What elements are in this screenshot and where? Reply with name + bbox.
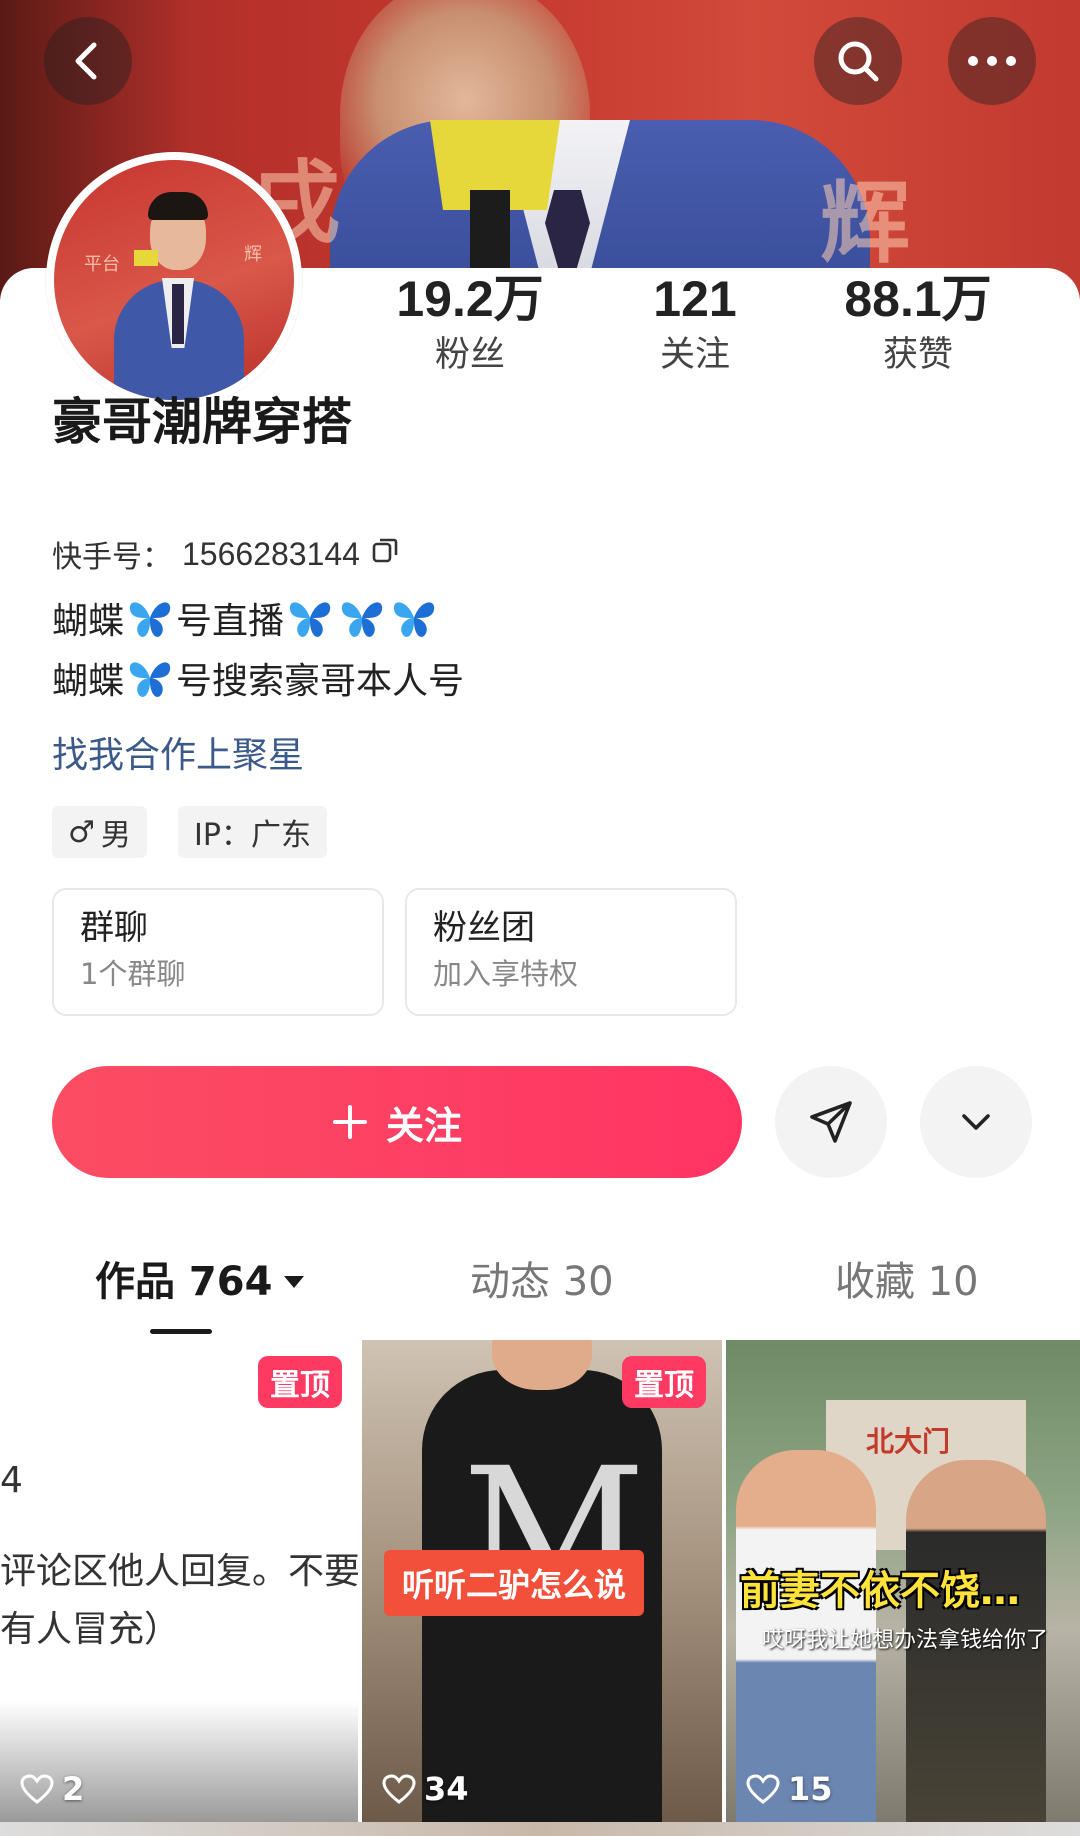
share-button[interactable]	[775, 1066, 887, 1178]
thumbnail-caption: 听听二驴怎么说	[384, 1550, 645, 1616]
avatar-image: 平台 辉	[54, 160, 294, 400]
banner-text: 辉	[820, 170, 910, 276]
thumbnail-caption: 前妻不依不饶…	[740, 1568, 1020, 1614]
pinned-badge: 置顶	[258, 1356, 342, 1408]
follow-button[interactable]: 关注	[52, 1066, 742, 1178]
stat-value: 19.2万	[396, 271, 544, 327]
active-tab-indicator	[150, 1329, 212, 1334]
back-button[interactable]	[44, 17, 132, 105]
gender-label: 男	[100, 818, 131, 853]
search-button[interactable]	[814, 17, 902, 105]
video-thumbnail[interactable]: 北大门 前妻不依不饶… 哎呀我让她想办法拿钱给你了 15	[726, 1340, 1080, 1822]
card-title: 群聊	[80, 908, 148, 948]
expand-button[interactable]	[920, 1066, 1032, 1178]
stat-value: 121	[653, 271, 737, 327]
bio-text: 号搜索豪哥本人号	[176, 661, 465, 702]
thumbnail-text: 有人冒充）	[0, 1609, 181, 1650]
stat-label: 关注	[659, 335, 730, 375]
fan-club-card[interactable]: 粉丝团 加入享特权	[405, 888, 737, 1016]
heart-icon	[20, 1774, 54, 1804]
thumbnail-text: 评论区他人回复。不要	[0, 1551, 358, 1592]
card-title: 粉丝团	[433, 908, 535, 948]
pinned-badge: 置顶	[622, 1356, 706, 1408]
butterfly-icon	[129, 662, 171, 697]
cooperation-link[interactable]: 找我合作上聚星	[52, 726, 304, 778]
tab-label: 作品 764	[95, 1259, 273, 1305]
like-count: 15	[746, 1770, 833, 1808]
heart-icon	[746, 1774, 780, 1804]
avatar-mic	[134, 250, 158, 266]
video-thumbnail[interactable]: M 听听二驴怎么说 置顶 34	[362, 1340, 722, 1822]
follow-label: 关注	[385, 1103, 462, 1148]
thumbnail-text: 4	[0, 1460, 23, 1501]
stat-following[interactable]: 121 关注	[595, 270, 795, 376]
tab-moments[interactable]: 动态 30	[470, 1258, 614, 1306]
copy-icon[interactable]	[370, 535, 400, 573]
more-horizontal-icon	[968, 56, 1016, 66]
profile-name: 豪哥潮牌穿搭	[52, 393, 352, 451]
chevron-left-icon	[75, 42, 97, 80]
bio-text: 蝴蝶	[52, 601, 125, 642]
butterfly-icon	[393, 602, 435, 637]
bio-text: 号直播	[176, 601, 285, 642]
card-subtitle: 加入享特权	[433, 957, 579, 991]
gender-tag: ♂ 男	[52, 806, 147, 858]
butterfly-icon	[289, 602, 331, 637]
next-row-preview	[0, 1822, 1080, 1836]
thumbnail-subcaption: 哎呀我让她想办法拿钱给你了	[762, 1628, 1049, 1653]
tab-favorites[interactable]: 收藏 10	[835, 1258, 979, 1306]
plus-icon	[332, 1105, 367, 1139]
ip-label: IP：广东	[194, 818, 311, 853]
like-count-value: 34	[424, 1770, 469, 1808]
kuaishou-id-row: 快手号： 1566283144	[52, 532, 400, 576]
card-subtitle: 1个群聊	[80, 957, 186, 991]
more-button[interactable]	[948, 17, 1036, 105]
kuaishou-id-label: 快手号：	[52, 540, 172, 575]
like-count-value: 15	[788, 1770, 833, 1808]
avatar-decoration: 平台	[84, 254, 120, 275]
caret-down-icon	[284, 1276, 305, 1288]
stat-likes[interactable]: 88.1万 获赞	[818, 270, 1018, 376]
video-thumbnail[interactable]: 4 评论区他人回复。不要 有人冒充） 置顶 2	[0, 1340, 358, 1822]
kuaishou-id: 1566283144	[182, 535, 360, 572]
thumbnail-sign: 北大门	[866, 1425, 951, 1458]
like-count: 34	[382, 1770, 469, 1808]
search-icon	[838, 41, 879, 82]
like-count: 2	[20, 1770, 84, 1808]
group-chat-card[interactable]: 群聊 1个群聊	[52, 888, 384, 1016]
avatar-hair	[148, 192, 208, 220]
like-count-value: 2	[62, 1770, 85, 1808]
bio-text: 蝴蝶	[52, 661, 125, 702]
stat-label: 获赞	[882, 335, 953, 375]
stat-label: 粉丝	[434, 335, 505, 375]
butterfly-icon	[341, 602, 383, 637]
male-icon: ♂	[68, 814, 95, 850]
ip-tag: IP：广东	[178, 806, 327, 858]
stat-fans[interactable]: 19.2万 粉丝	[370, 270, 570, 376]
bio-line: 蝴蝶 号搜索豪哥本人号	[52, 652, 464, 704]
heart-icon	[382, 1774, 416, 1804]
avatar-decoration: 辉	[244, 244, 262, 265]
avatar-tie	[172, 284, 184, 344]
stat-value: 88.1万	[844, 271, 992, 327]
send-icon	[810, 1101, 852, 1143]
avatar[interactable]: 平台 辉	[46, 152, 302, 408]
tab-works[interactable]: 作品 764	[95, 1258, 306, 1306]
butterfly-icon	[129, 602, 171, 637]
chevron-down-icon	[962, 1114, 990, 1130]
bio-line: 蝴蝶 号直播	[52, 592, 440, 644]
